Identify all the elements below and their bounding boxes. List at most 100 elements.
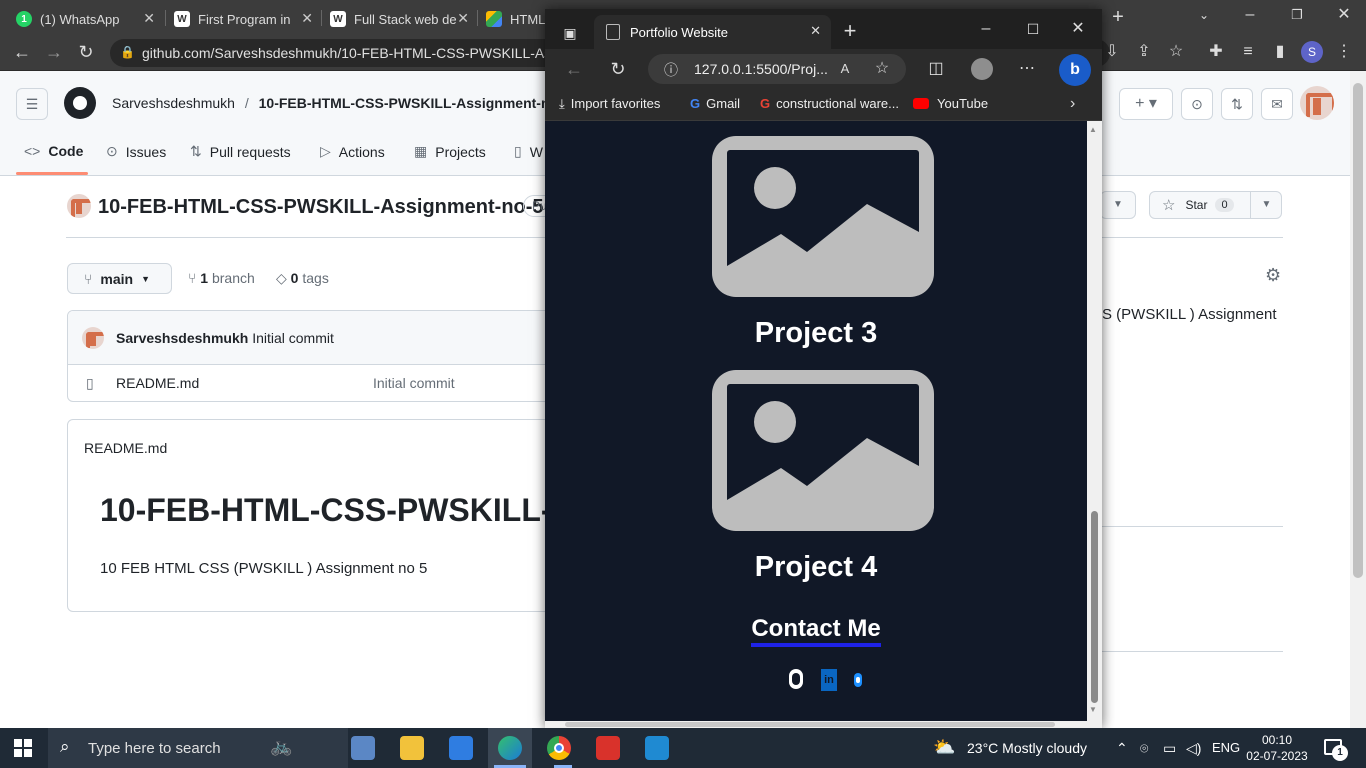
media-icon[interactable]: ≡ <box>1236 40 1260 64</box>
close-window-icon[interactable]: ✕ <box>1332 3 1356 27</box>
split-screen-icon[interactable]: ◫ <box>924 57 948 81</box>
file-commit[interactable]: Initial commit <box>373 375 455 391</box>
caret-down-icon: ▼ <box>141 273 151 284</box>
read-aloud-icon[interactable]: A <box>833 57 857 81</box>
favorite-star-icon[interactable]: ☆ <box>870 57 894 81</box>
branch-select[interactable]: ⑂ main ▼ <box>67 263 172 294</box>
profile-avatar[interactable]: S <box>1301 41 1323 63</box>
star-dropdown[interactable]: ▼ <box>1250 192 1282 218</box>
hamburger-icon[interactable]: ☰ <box>16 88 48 120</box>
repo-title[interactable]: 10-FEB-HTML-CSS-PWSKILL-Assignment-no-5 <box>98 196 544 219</box>
close-icon[interactable]: ✕ <box>143 10 155 27</box>
github-icon[interactable] <box>789 669 803 689</box>
minimize-icon[interactable]: – <box>974 17 998 41</box>
pull-requests-icon[interactable]: ⇅ <box>1221 88 1253 120</box>
taskbar-search[interactable]: ⌕ Type here to search 🚲 <box>48 728 348 768</box>
chrome-icon[interactable] <box>547 736 571 760</box>
user-avatar[interactable] <box>1300 86 1334 120</box>
volume-icon[interactable]: ◁) <box>1186 728 1201 768</box>
table-row[interactable]: ▯ README.md Initial commit <box>68 366 566 401</box>
github-logo-icon[interactable] <box>64 87 96 119</box>
side-panel-icon[interactable]: ▮ <box>1268 40 1292 64</box>
branches-link[interactable]: ⑂ 1 branch <box>188 270 255 286</box>
info-icon: ⓘ <box>664 62 678 78</box>
vscode-icon[interactable] <box>645 736 669 760</box>
tab-pull-requests[interactable]: ⇅ Pull requests <box>190 143 291 160</box>
maximize-icon[interactable]: ☐ <box>1021 17 1045 41</box>
more-icon[interactable]: ⋯ <box>1015 57 1039 81</box>
close-icon[interactable]: ✕ <box>810 23 821 39</box>
favorite-constructional[interactable]: Gconstructional ware... <box>760 96 899 111</box>
battery-icon[interactable]: ▭ <box>1163 728 1176 768</box>
notification-icon[interactable]: 1 <box>1324 739 1348 761</box>
watch-dropdown[interactable]: ▼ <box>1100 191 1136 219</box>
breadcrumb-repo[interactable]: 10-FEB-HTML-CSS-PWSKILL-Assignment-no-5 <box>259 95 571 111</box>
reload-icon[interactable]: ↻ <box>74 40 98 64</box>
menu-dots-icon[interactable]: ⋮ <box>1332 40 1356 64</box>
meet-icon[interactable]: ⌾ <box>1140 728 1148 768</box>
restore-icon[interactable]: ❐ <box>1285 3 1309 27</box>
commit-message[interactable]: Initial commit <box>252 330 334 346</box>
favorite-youtube[interactable]: YouTube <box>913 96 988 111</box>
tab-projects[interactable]: ▦ Projects <box>414 143 486 160</box>
clock[interactable]: 00:10 02-07-2023 <box>1246 732 1308 764</box>
tab-whatsapp[interactable]: 1 (1) WhatsApp ✕ <box>8 4 163 34</box>
page-scrollbar[interactable] <box>1350 71 1366 728</box>
tab-actions[interactable]: ▷ Actions <box>320 143 385 160</box>
profile-icon[interactable] <box>971 58 993 80</box>
tab-full-stack[interactable]: W Full Stack web de ✕ <box>322 4 477 34</box>
tab-search-icon[interactable]: ⌄ <box>1192 3 1216 27</box>
new-tab-icon[interactable]: + <box>838 19 862 43</box>
back-icon[interactable]: ← <box>10 40 34 64</box>
install-icon[interactable]: ⇩ <box>1100 40 1124 64</box>
file-explorer-icon[interactable] <box>400 736 424 760</box>
create-new-button[interactable]: + ▾ <box>1119 88 1173 120</box>
back-icon[interactable]: ← <box>562 57 586 81</box>
wps-office-icon[interactable] <box>596 736 620 760</box>
taskbar: ⌕ Type here to search 🚲 ⛅ 23°C Mostly cl… <box>0 728 1366 768</box>
image-viewer-icon[interactable] <box>351 736 375 760</box>
file-name[interactable]: README.md <box>116 375 199 391</box>
tags-link[interactable]: ◇ 0 tags <box>276 270 329 287</box>
share-icon[interactable]: ⇪ <box>1132 40 1156 64</box>
tab-portfolio[interactable]: Portfolio Website ✕ <box>594 15 831 49</box>
viewport-scrollbar[interactable]: ▲ ▼ <box>1087 121 1102 721</box>
chevron-up-icon[interactable]: ⌃ <box>1116 728 1128 768</box>
star-button[interactable]: ☆ Star 0 <box>1150 192 1250 218</box>
horizontal-scrollbar[interactable] <box>545 721 1102 728</box>
google-drive-icon <box>486 11 502 27</box>
favorite-gmail[interactable]: G Gmail <box>690 96 740 111</box>
linkedin-icon[interactable]: in <box>821 669 837 691</box>
search-placeholder: Type here to search <box>88 739 221 757</box>
close-window-icon[interactable]: ✕ <box>1066 17 1090 41</box>
minimize-icon[interactable]: – <box>1238 3 1262 27</box>
close-icon[interactable]: ✕ <box>301 10 313 27</box>
tab-html[interactable]: HTML <box>478 4 548 34</box>
edge-taskbar-active[interactable] <box>488 728 532 768</box>
tab-wiki[interactable]: ▯ W <box>514 143 543 160</box>
tab-first-program[interactable]: W First Program in ✕ <box>166 4 321 34</box>
commit-author[interactable]: Sarveshsdeshmukh <box>116 330 248 346</box>
inbox-icon[interactable]: ✉ <box>1261 88 1293 120</box>
language-indicator[interactable]: ENG <box>1212 728 1240 768</box>
new-tab-icon[interactable]: + <box>1106 5 1130 29</box>
windows-start-icon[interactable] <box>14 739 32 757</box>
forward-icon[interactable]: → <box>42 40 66 64</box>
tab-actions-icon[interactable]: ▣ <box>558 21 582 45</box>
tab-code[interactable]: <> Code <box>24 143 83 159</box>
bookmark-star-icon[interactable]: ☆ <box>1164 40 1188 64</box>
blog-icon[interactable] <box>854 673 862 687</box>
bing-icon[interactable]: b <box>1059 54 1091 86</box>
chevron-right-icon[interactable]: › <box>1070 95 1075 113</box>
breadcrumb-owner[interactable]: Sarveshsdeshmukh <box>112 95 235 111</box>
issues-icon[interactable]: ⊙ <box>1181 88 1213 120</box>
extensions-icon[interactable]: ✚ <box>1204 40 1228 64</box>
reload-icon[interactable]: ↻ <box>606 57 630 81</box>
edge-address-bar[interactable]: ⓘ 127.0.0.1:5500/Proj... <box>648 54 906 84</box>
favorite-import[interactable]: ⤓ Import favorites <box>559 96 660 112</box>
gear-icon[interactable]: ⚙ <box>1265 265 1281 286</box>
store-icon[interactable] <box>449 736 473 760</box>
close-icon[interactable]: ✕ <box>457 10 469 27</box>
weather-text[interactable]: 23°C Mostly cloudy <box>967 728 1087 768</box>
tab-issues[interactable]: ⊙ Issues <box>106 143 166 160</box>
